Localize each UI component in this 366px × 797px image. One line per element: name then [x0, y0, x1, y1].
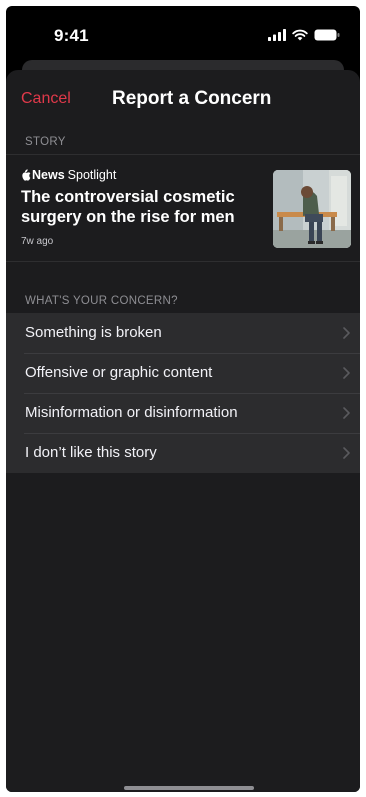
- concern-item-offensive-content[interactable]: Offensive or graphic content: [6, 353, 360, 393]
- battery-icon: [314, 29, 340, 41]
- chevron-right-icon: [343, 407, 350, 419]
- sheet-title: Report a Concern: [112, 88, 272, 109]
- story-age: 7w ago: [21, 236, 54, 247]
- phone-screen: 9:41 Cancel Report a Concern STORY News …: [6, 6, 360, 792]
- concern-list: Something is broken Offensive or graphic…: [6, 313, 360, 473]
- cellular-signal-icon: [268, 29, 286, 41]
- concern-item-label: I don’t like this story: [25, 444, 157, 461]
- chevron-right-icon: [343, 327, 350, 339]
- story-headline: The controversial cosmetic surgery on th…: [21, 188, 235, 226]
- story-section-label: STORY: [25, 136, 66, 148]
- concern-item-label: Something is broken: [25, 324, 162, 341]
- story-source-label: Spotlight: [67, 168, 117, 182]
- divider: [6, 261, 360, 262]
- sheet-nav-bar: Cancel Report a Concern: [6, 70, 360, 122]
- status-time: 9:41: [54, 26, 89, 45]
- concern-section-label: WHAT'S YOUR CONCERN?: [25, 295, 178, 307]
- status-icons: [268, 28, 340, 42]
- concern-item-label: Offensive or graphic content: [25, 364, 213, 381]
- story-card: News Spotlight The controversial cosmeti…: [6, 155, 360, 261]
- apple-logo-icon: [22, 169, 31, 181]
- concern-item-label: Misinformation or disinformation: [25, 404, 238, 421]
- story-source-brand: News: [32, 168, 65, 182]
- report-sheet: Cancel Report a Concern STORY News Spotl…: [6, 70, 360, 792]
- home-indicator[interactable]: [124, 786, 254, 790]
- status-bar: 9:41: [6, 6, 360, 64]
- concern-item-dont-like-story[interactable]: I don’t like this story: [6, 433, 360, 473]
- concern-item-something-broken[interactable]: Something is broken: [6, 313, 360, 353]
- cancel-button[interactable]: Cancel: [21, 90, 71, 108]
- chevron-right-icon: [343, 447, 350, 459]
- wifi-icon: [292, 29, 308, 41]
- chevron-right-icon: [343, 367, 350, 379]
- story-source: News Spotlight: [21, 168, 116, 182]
- story-thumbnail: [273, 170, 351, 248]
- concern-item-misinformation[interactable]: Misinformation or disinformation: [6, 393, 360, 433]
- story-thumbnail-image: [273, 170, 351, 248]
